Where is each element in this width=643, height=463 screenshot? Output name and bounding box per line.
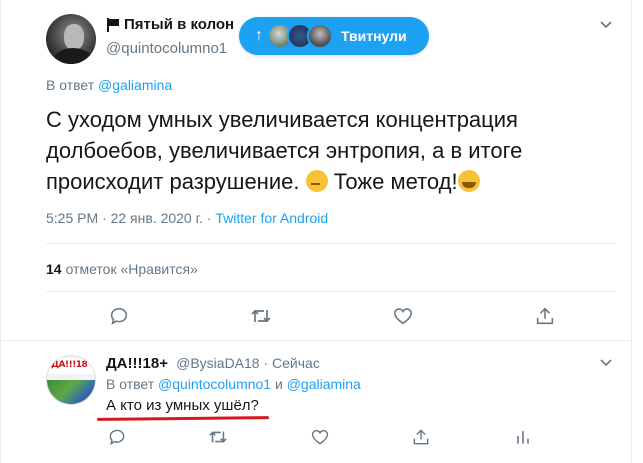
reply-author-handle: @BysiaDA18 · Сейчас [176,355,320,371]
author-display-name: Пятый в колон [124,16,235,33]
heart-icon[interactable] [391,304,415,328]
tweet-text-part2: Тоже метод! [327,169,458,194]
author-name-line[interactable]: Пятый в колон [106,16,234,33]
thinking-face-icon [305,170,328,192]
analytics-icon[interactable] [512,426,534,448]
reply-tweet-text: А кто из умных ушёл? [106,397,259,414]
tweet-timestamp[interactable]: 5:25 PM · 22 янв. 2020 г. · [46,210,215,226]
retweet-icon[interactable] [207,426,229,448]
avatar-body [54,48,92,64]
pill-label: Твитнули [341,28,407,44]
avatar-ground [47,380,95,404]
reply-context: В ответ @galiamina [46,77,172,93]
share-icon[interactable] [410,426,432,448]
main-tweet: Пятый в колон @quintocolumno1 ↑ Твитнули… [0,0,632,340]
likes-label: отметок «Нравится» [65,261,198,277]
tweet-separator [0,340,632,341]
source-app-link[interactable]: Twitter for Android [215,210,328,226]
reply-to-link[interactable]: @quintocolumno1 [158,376,271,392]
reply-to-link[interactable]: @galiamina [287,376,361,392]
author-handle[interactable]: @quintocolumno1 [106,40,227,57]
avatar[interactable]: ДА!!!18 [46,355,96,405]
avatar-logo: ДА!!!18 [51,360,88,370]
divider [46,243,616,244]
reply-joiner: и [271,376,287,392]
chevron-down-icon[interactable] [598,16,614,37]
share-icon[interactable] [533,304,557,328]
black-flag-icon [106,17,120,32]
reply-prefix: В ответ [46,77,95,93]
arrow-up-icon: ↑ [255,27,263,44]
retweet-icon[interactable] [249,304,273,328]
reply-icon[interactable] [107,304,131,328]
reply-context: В ответ @quintocolumno1 и @galiamina [106,376,361,392]
new-tweets-pill[interactable]: ↑ Твитнули [239,17,429,55]
reply-icon[interactable] [106,426,128,448]
avatar-face [64,24,84,50]
tweet-text: С уходом умных увеличивается концентраци… [46,104,606,197]
likes-count: 14 [46,261,62,277]
avatar[interactable] [46,14,96,64]
reply-prefix: В ответ [106,376,155,392]
heart-icon[interactable] [309,426,331,448]
tweet-meta: 5:25 PM · 22 янв. 2020 г. · Twitter for … [46,210,328,226]
reply-author-name: ДА!!!18+ [106,355,168,372]
reply-author-line[interactable]: ДА!!!18+ @BysiaDA18 · Сейчас [106,355,320,372]
reply-to-link[interactable]: @galiamina [98,77,172,93]
hugging-face-icon [457,170,480,192]
pill-avatar [307,23,333,49]
likes-summary[interactable]: 14 отметок «Нравится» [46,261,198,277]
chevron-down-icon[interactable] [598,354,614,375]
divider [46,291,616,292]
